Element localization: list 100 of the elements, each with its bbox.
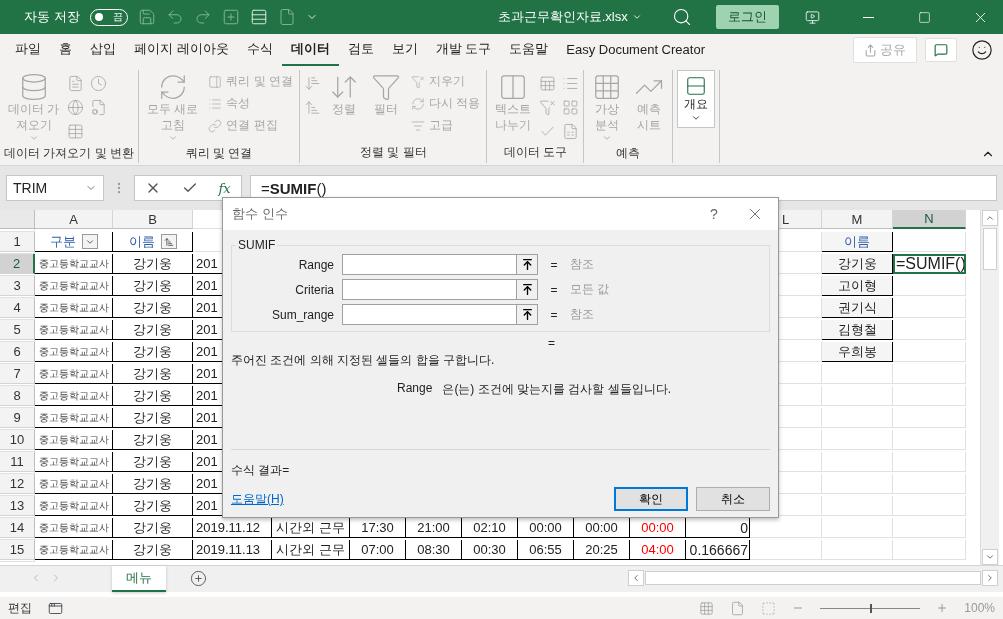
ribbon-tab[interactable]: 홈 bbox=[50, 34, 81, 66]
ribbon-tab[interactable]: 수식 bbox=[237, 34, 282, 66]
page-break-icon[interactable] bbox=[761, 600, 777, 616]
insert-function-button[interactable]: fx bbox=[218, 180, 231, 196]
argument-field[interactable] bbox=[342, 279, 538, 300]
rows-icon[interactable] bbox=[249, 8, 268, 26]
table-cell: 강기웅 bbox=[113, 430, 193, 450]
equals-sign: = bbox=[549, 257, 559, 272]
row-header[interactable]: 10 bbox=[0, 430, 35, 450]
ribbon-tab[interactable]: Easy Document Creator bbox=[557, 35, 714, 65]
new-frame-icon[interactable] bbox=[221, 8, 240, 26]
row-header[interactable]: 3 bbox=[0, 276, 35, 296]
argument-result: 모든 값 bbox=[570, 281, 610, 298]
cell-text: 00:00 bbox=[641, 520, 674, 535]
row-header[interactable]: 4 bbox=[0, 298, 35, 318]
column-header[interactable]: B bbox=[113, 210, 193, 229]
ribbon-tab[interactable]: 보기 bbox=[382, 34, 427, 66]
ribbon-tab[interactable]: 검토 bbox=[338, 34, 383, 66]
row-header[interactable]: 14 bbox=[0, 518, 35, 538]
row-header[interactable]: 9 bbox=[0, 408, 35, 428]
active-cell[interactable]: =SUMIF() bbox=[893, 254, 966, 274]
scroll-right-button[interactable] bbox=[982, 570, 998, 586]
table-cell: 강기웅 bbox=[113, 518, 193, 538]
login-button[interactable]: 로그인 bbox=[716, 5, 779, 29]
name-box[interactable]: TRIM bbox=[6, 175, 104, 201]
table-cell: 00:30 bbox=[462, 540, 518, 560]
comments-button[interactable] bbox=[925, 38, 957, 62]
search-icon[interactable] bbox=[672, 7, 692, 27]
column-header[interactable]: A bbox=[35, 210, 113, 229]
macro-record-icon[interactable] bbox=[48, 600, 63, 616]
panel-icon bbox=[208, 74, 223, 89]
zoom-in-icon[interactable] bbox=[936, 602, 949, 614]
undo-icon[interactable] bbox=[165, 8, 184, 26]
row-header[interactable]: 12 bbox=[0, 474, 35, 494]
select-all-corner[interactable] bbox=[0, 210, 35, 229]
argument-label: Criteria bbox=[294, 282, 334, 297]
mode-indicator: 편집 bbox=[8, 599, 32, 617]
page-layout-icon[interactable] bbox=[730, 600, 746, 616]
caret-icon[interactable] bbox=[631, 12, 642, 22]
filter-button[interactable] bbox=[81, 234, 98, 249]
row-header[interactable]: 7 bbox=[0, 364, 35, 384]
save-icon[interactable] bbox=[137, 8, 156, 26]
collapse-dialog-button[interactable] bbox=[516, 280, 537, 299]
filter-button[interactable] bbox=[160, 234, 177, 249]
row-header[interactable]: 8 bbox=[0, 386, 35, 406]
scroll-down-button[interactable] bbox=[982, 549, 998, 565]
dialog-button[interactable]: 취소 bbox=[696, 487, 770, 511]
scroll-thumb[interactable] bbox=[983, 228, 997, 270]
row-header[interactable]: 15 bbox=[0, 540, 35, 560]
normal-view-icon[interactable] bbox=[699, 600, 715, 616]
row-header[interactable]: 2 bbox=[0, 254, 35, 274]
table-cell: 중고등학교교사 bbox=[35, 342, 113, 362]
table-cell: 00:00 bbox=[518, 518, 574, 538]
ribbon-tab[interactable]: 개발 도구 bbox=[426, 34, 501, 66]
argument-label: Sum_range bbox=[270, 307, 334, 322]
argument-field[interactable] bbox=[342, 254, 538, 275]
table-cell: 07:00 bbox=[350, 540, 406, 560]
table-cell: 중고등학교교사 bbox=[35, 474, 113, 494]
table-cell: 강기웅 bbox=[113, 386, 193, 406]
argument-name: Range bbox=[397, 381, 433, 397]
table-cell: 중고등학교교사 bbox=[35, 386, 113, 406]
scroll-thumb[interactable] bbox=[645, 571, 981, 585]
equals-sign: = bbox=[549, 307, 559, 322]
autosave-label: 자동 저장 bbox=[24, 8, 80, 26]
scroll-up-button[interactable] bbox=[982, 210, 998, 226]
row-header[interactable]: 1 bbox=[0, 232, 35, 252]
table-cell: 강기웅 bbox=[113, 540, 193, 560]
file-icon[interactable] bbox=[277, 8, 296, 26]
row-header[interactable]: 11 bbox=[0, 452, 35, 472]
row-header[interactable]: 6 bbox=[0, 342, 35, 362]
smiley-icon[interactable] bbox=[971, 39, 993, 61]
sheet-tab[interactable]: 메뉴 bbox=[112, 566, 166, 592]
ribbon-tab[interactable]: 파일 bbox=[6, 34, 50, 66]
scroll-left-button[interactable] bbox=[628, 570, 644, 586]
ribbon-tab[interactable]: 도움말 bbox=[500, 34, 558, 66]
ribbon-tab[interactable]: 삽입 bbox=[81, 34, 125, 66]
upload-arrow-icon bbox=[520, 308, 534, 321]
ribbon-tab[interactable]: 페이지 레이아웃 bbox=[125, 34, 238, 66]
column-header[interactable]: M bbox=[822, 210, 893, 229]
window-title: 초과근무확인자료.xlsx bbox=[497, 8, 628, 26]
share-icon bbox=[864, 43, 877, 57]
add-sheet-icon[interactable] bbox=[190, 570, 207, 587]
column-header[interactable]: N bbox=[893, 210, 966, 229]
ribbon-button[interactable]: 개요 bbox=[677, 70, 716, 128]
table-cell: 00:00 bbox=[574, 518, 630, 538]
zoom-thumb[interactable] bbox=[870, 603, 873, 613]
function-name: SUMIF bbox=[237, 238, 277, 252]
argument-field[interactable] bbox=[342, 304, 538, 325]
redo-icon[interactable] bbox=[193, 8, 212, 26]
row-header[interactable]: 13 bbox=[0, 496, 35, 516]
dialog-button[interactable]: 확인 bbox=[614, 487, 688, 511]
empty-cell bbox=[822, 518, 893, 538]
table-cell: 2019.11.12 bbox=[193, 518, 272, 538]
refresh-icon bbox=[411, 96, 426, 111]
argument-result: 참조 bbox=[570, 306, 594, 323]
collapse-dialog-button[interactable] bbox=[516, 255, 537, 274]
collapse-dialog-button[interactable] bbox=[516, 305, 537, 324]
table-cell: 중고등학교교사 bbox=[35, 276, 113, 296]
maximize-icon bbox=[917, 10, 931, 24]
row-header[interactable]: 5 bbox=[0, 320, 35, 340]
